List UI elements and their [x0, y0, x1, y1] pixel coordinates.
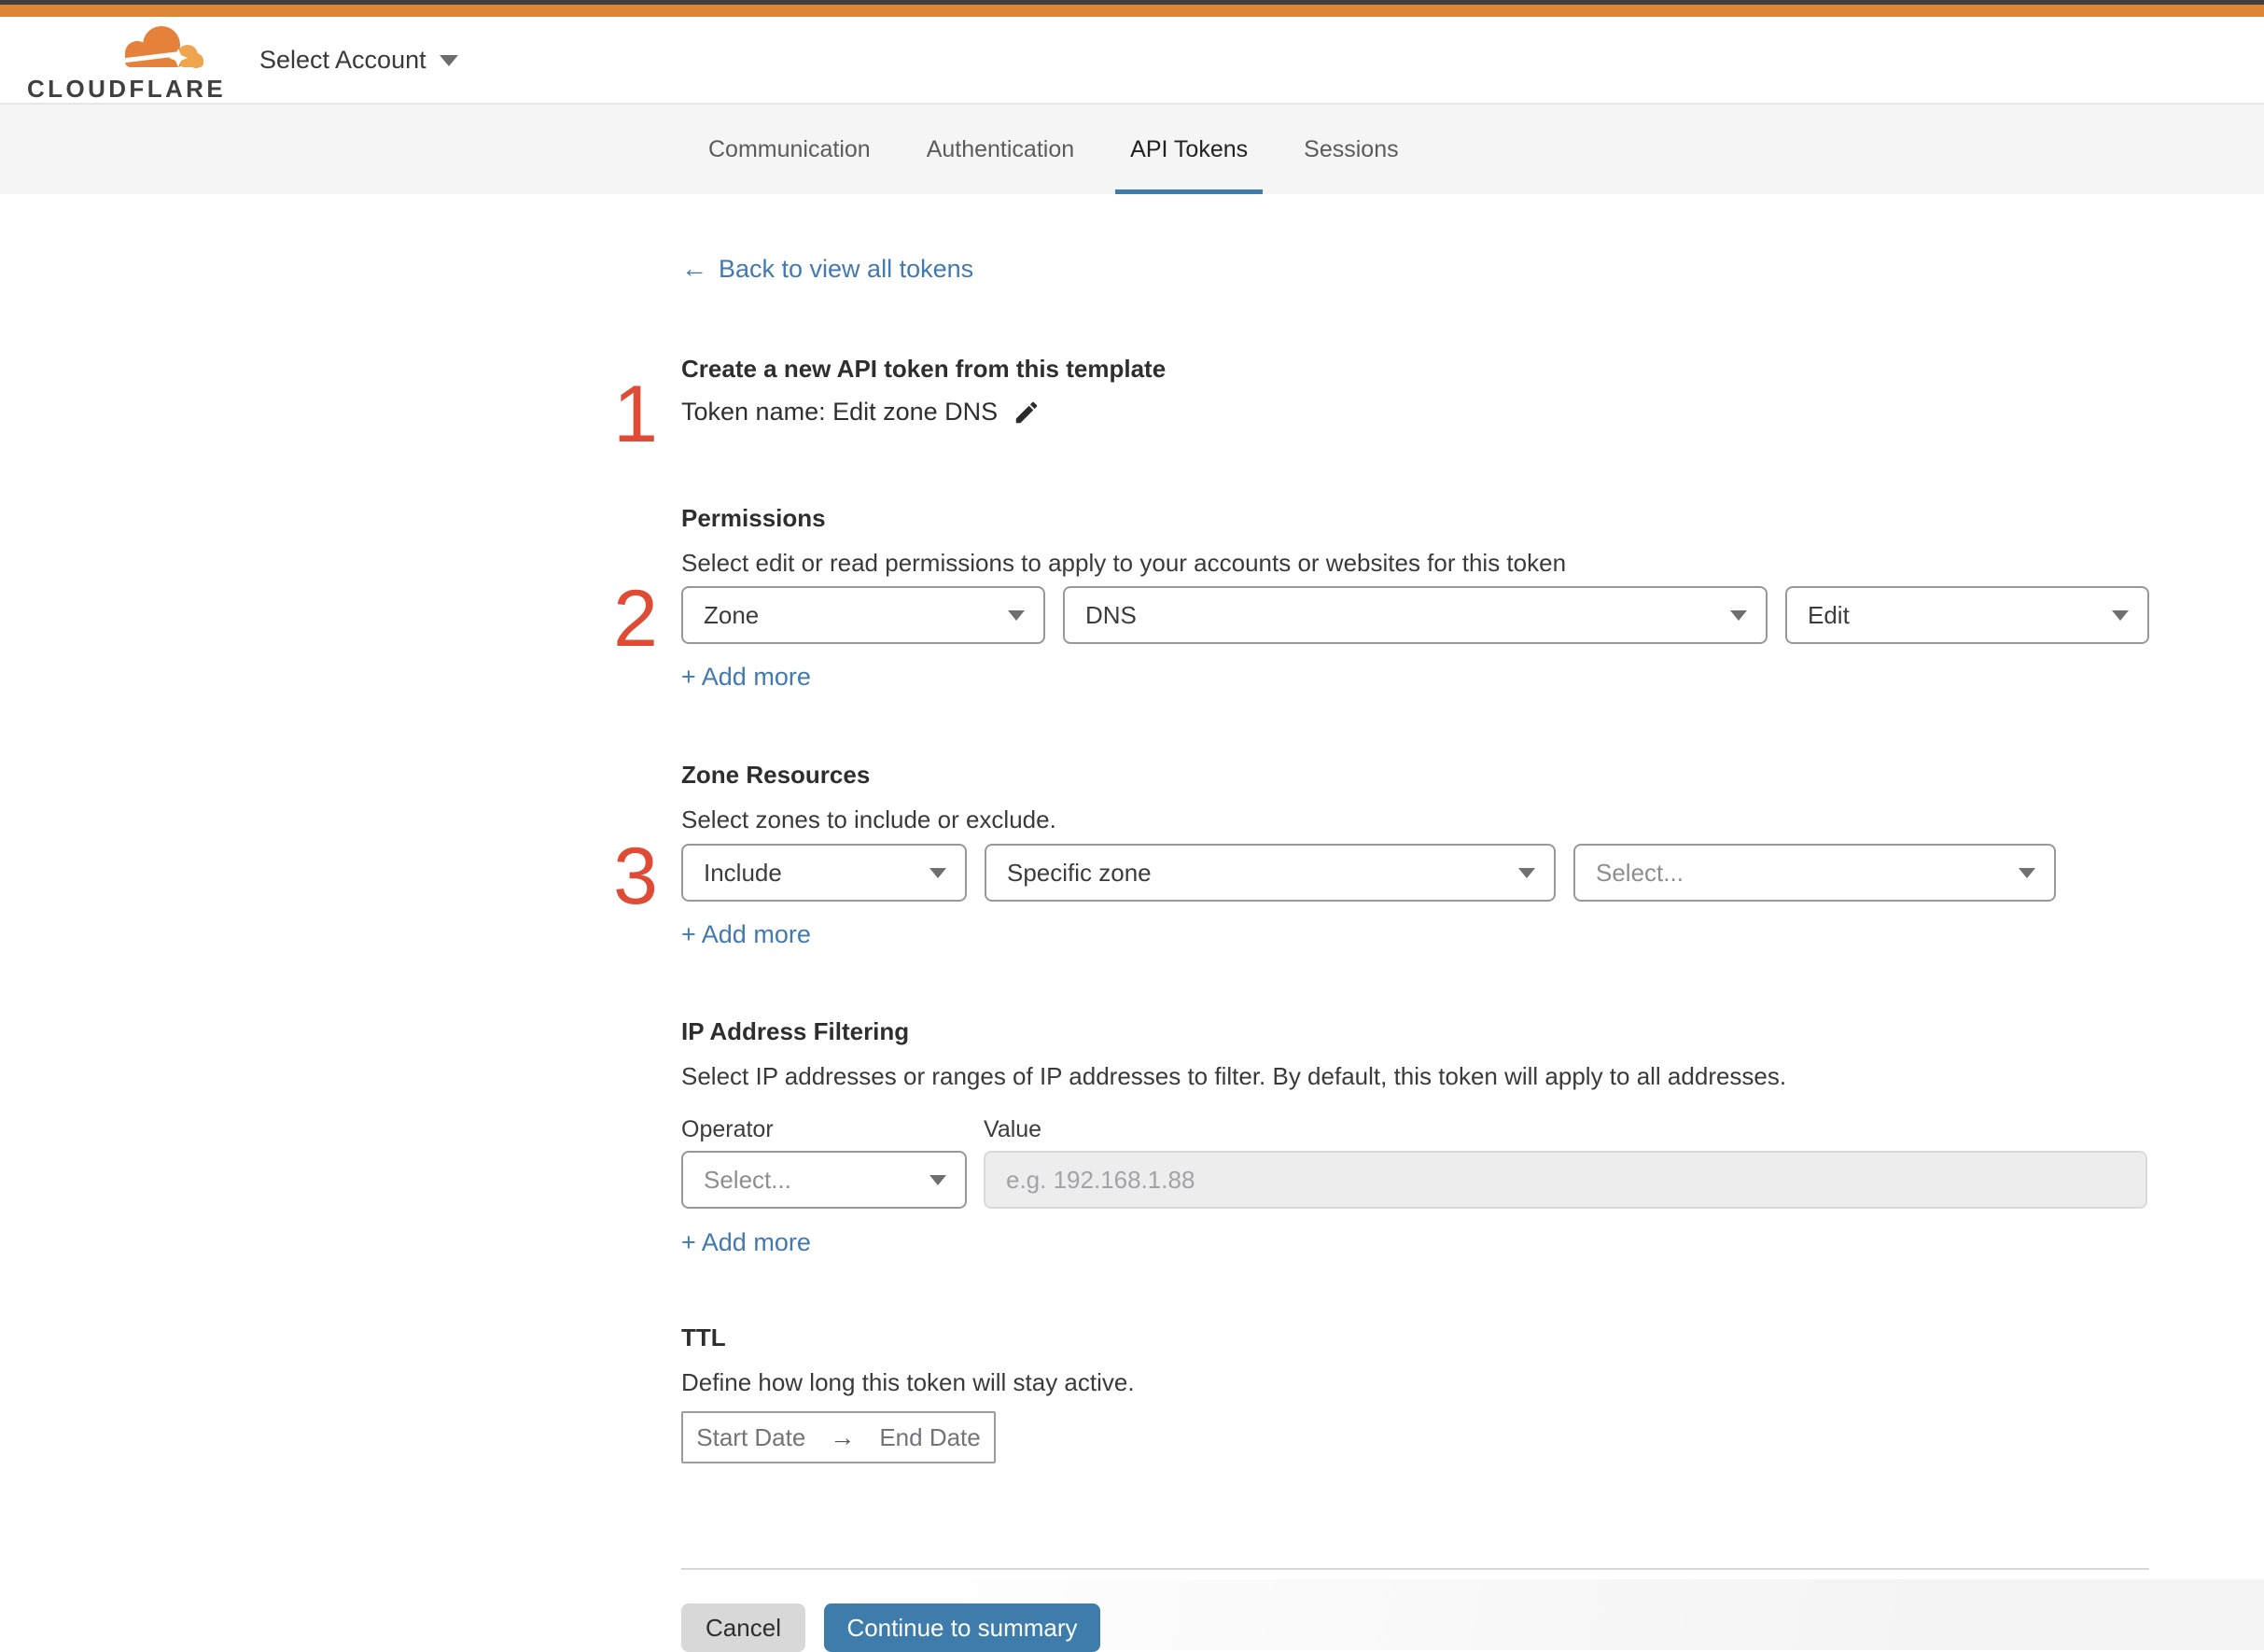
tab-authentication[interactable]: Authentication	[925, 105, 1076, 194]
token-name-row: Token name: Edit zone DNS	[681, 398, 1041, 427]
tab-communication[interactable]: Communication	[706, 105, 873, 194]
permissions-description: Select edit or read permissions to apply…	[681, 549, 1567, 577]
permission-service-dropdown[interactable]: DNS	[1063, 586, 1768, 644]
continue-to-summary-button[interactable]: Continue to summary	[824, 1603, 1100, 1652]
permissions-title: Permissions	[681, 504, 826, 532]
ip-filtering-title: IP Address Filtering	[681, 1017, 910, 1045]
cloudflare-wordmark: CLOUDFLARE	[27, 75, 227, 103]
chevron-down-icon	[929, 867, 946, 878]
permissions-row: Zone DNS Edit	[681, 586, 2149, 644]
tab-sessions[interactable]: Sessions	[1302, 105, 1400, 194]
ttl-start-date: Start Date	[696, 1422, 806, 1451]
step-number-3: 3	[613, 832, 658, 921]
zone-mode-dropdown[interactable]: Include	[681, 844, 967, 902]
ip-filtering-add-more-link[interactable]: + Add more	[681, 1228, 811, 1257]
ttl-date-range-picker[interactable]: Start Date → End Date	[681, 1411, 996, 1463]
ttl-end-date: End Date	[879, 1422, 981, 1451]
back-arrow-icon: ←	[681, 254, 707, 283]
zone-resources-description: Select zones to include or exclude.	[681, 805, 1056, 833]
chevron-down-icon	[1518, 867, 1535, 878]
ip-operator-dropdown[interactable]: Select...	[681, 1151, 967, 1209]
footer-actions: Cancel Continue to summary	[681, 1603, 1100, 1652]
account-selector-label: Select Account	[259, 46, 426, 74]
tab-api-tokens[interactable]: API Tokens	[1115, 105, 1264, 194]
step-number-1: 1	[613, 370, 658, 459]
cancel-button[interactable]: Cancel	[681, 1603, 805, 1652]
chevron-down-icon	[929, 1174, 946, 1185]
zone-resources-title: Zone Resources	[681, 761, 871, 789]
ip-filtering-row: Select...	[681, 1151, 2147, 1209]
back-to-tokens-link[interactable]: ← Back to view all tokens	[681, 254, 973, 284]
zone-resources-add-more-link[interactable]: + Add more	[681, 920, 811, 949]
ip-filtering-description: Select IP addresses or ranges of IP addr…	[681, 1062, 1787, 1090]
footer-divider	[681, 1568, 2149, 1570]
account-selector[interactable]: Select Account	[259, 17, 458, 104]
back-link-label: Back to view all tokens	[719, 254, 974, 283]
zone-select-dropdown[interactable]: Select...	[1573, 844, 2056, 902]
zone-resources-row: Include Specific zone Select...	[681, 844, 2056, 902]
ttl-description: Define how long this token will stay act…	[681, 1368, 1135, 1396]
chevron-down-icon	[1730, 609, 1747, 621]
permissions-add-more-link[interactable]: + Add more	[681, 663, 811, 692]
chevron-down-icon	[2019, 867, 2035, 878]
operator-label: Operator	[681, 1116, 774, 1142]
value-label: Value	[984, 1116, 1042, 1142]
date-range-arrow-icon: →	[830, 1422, 856, 1451]
brand-accent-bar	[0, 5, 2264, 17]
permission-access-dropdown[interactable]: Edit	[1785, 586, 2149, 644]
permission-scope-dropdown[interactable]: Zone	[681, 586, 1045, 644]
token-name-text: Token name: Edit zone DNS	[681, 398, 999, 426]
edit-token-name-icon[interactable]	[1013, 399, 1041, 427]
tabs: Communication Authentication API Tokens …	[706, 105, 1401, 194]
cloudflare-cloud-icon	[119, 26, 203, 68]
token-template-form: ← Back to view all tokens 1 Create a new…	[613, 194, 2149, 1652]
cloudflare-logo[interactable]: CLOUDFLARE	[27, 24, 227, 103]
tab-bar: Communication Authentication API Tokens …	[0, 104, 2264, 194]
chevron-down-icon	[1008, 609, 1025, 621]
ip-value-input[interactable]	[984, 1151, 2147, 1209]
step-number-2: 2	[613, 574, 658, 664]
app-header: CLOUDFLARE Select Account	[0, 17, 2264, 104]
chevron-down-icon	[439, 54, 458, 66]
create-section-title: Create a new API token from this templat…	[681, 355, 1167, 383]
zone-type-dropdown[interactable]: Specific zone	[985, 844, 1556, 902]
ttl-title: TTL	[681, 1323, 726, 1351]
chevron-down-icon	[2112, 609, 2129, 621]
